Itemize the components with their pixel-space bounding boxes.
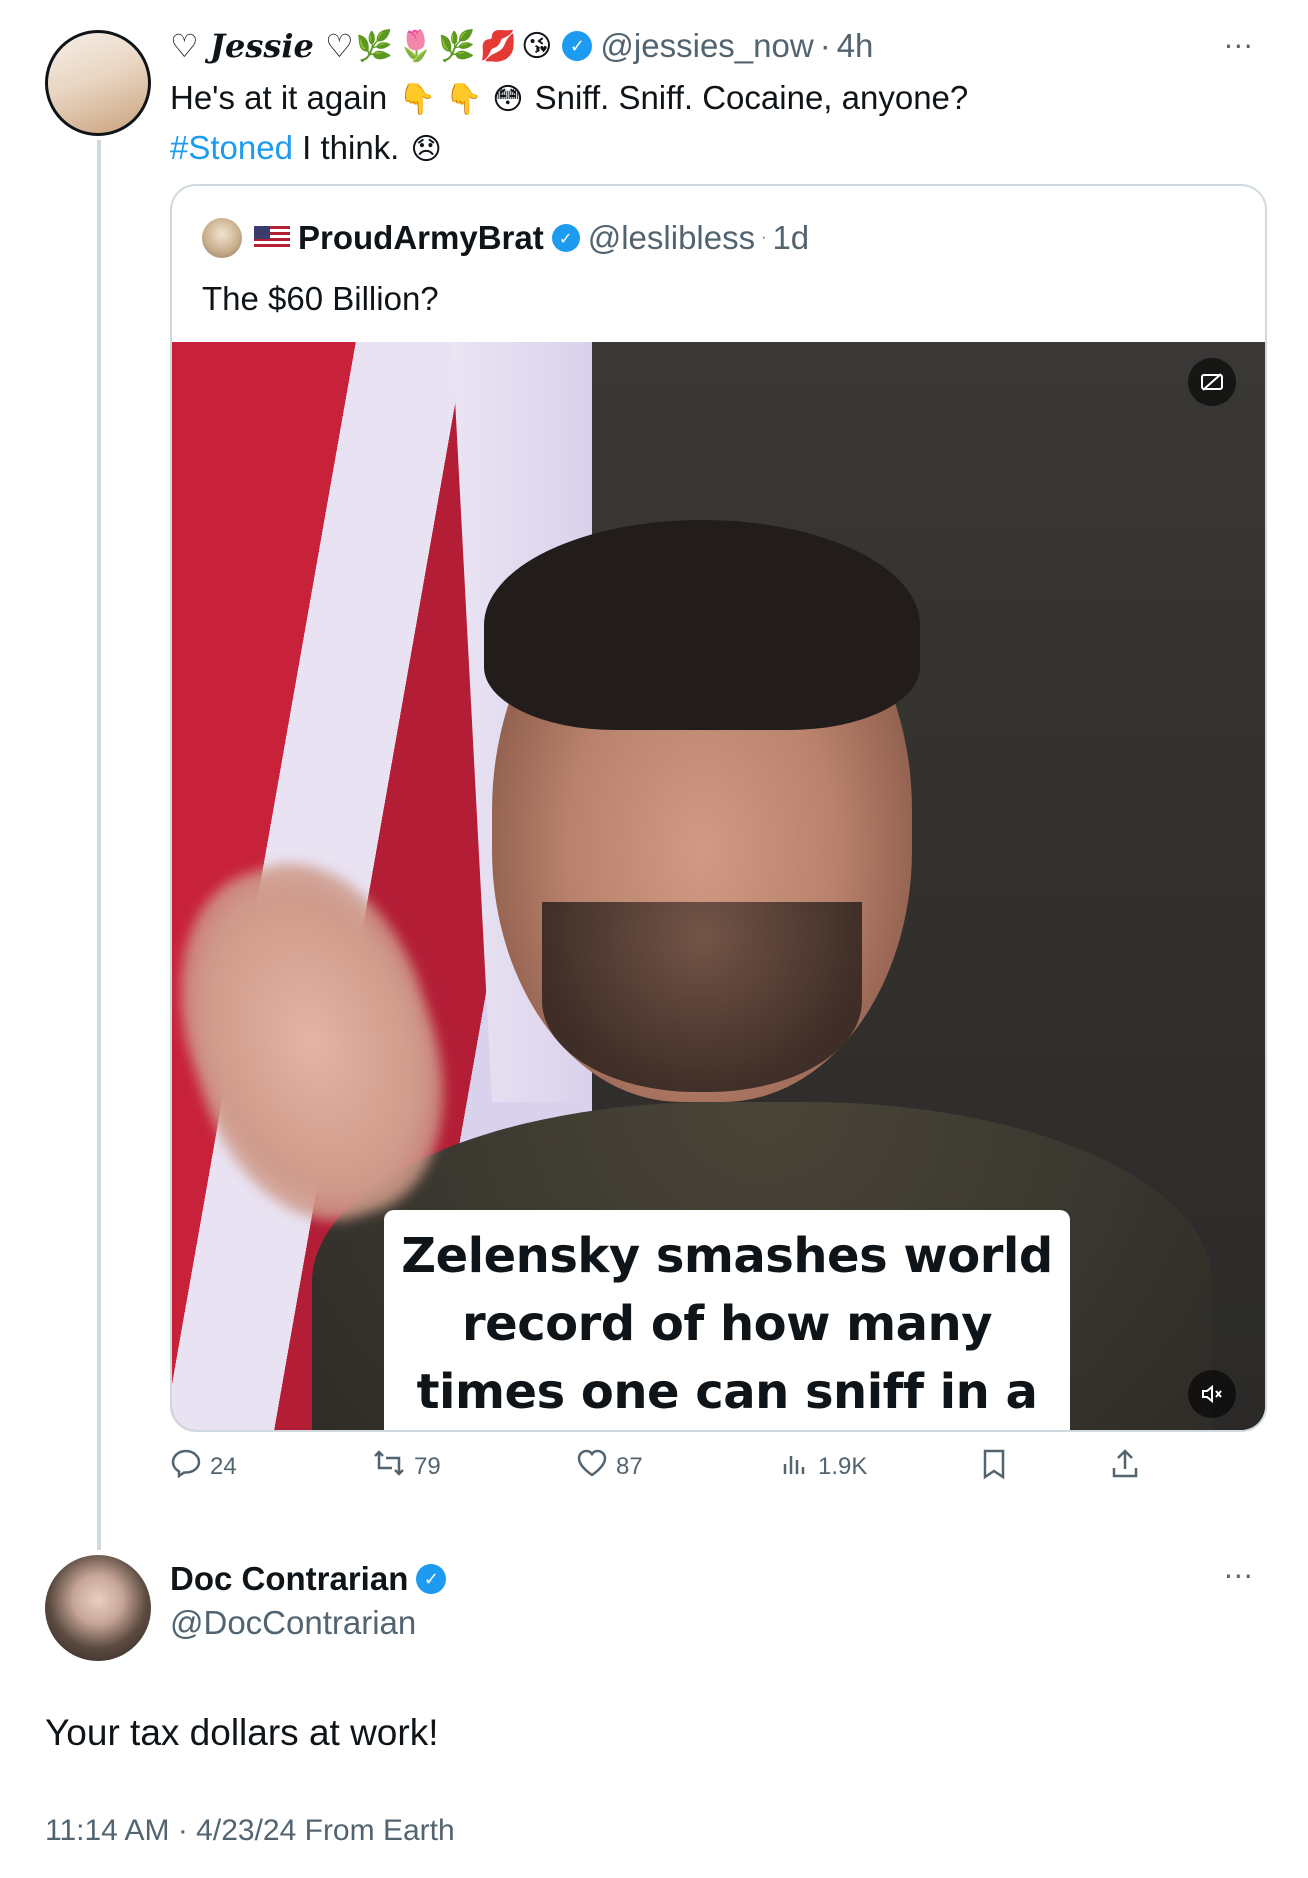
main-handle[interactable]: @jessies_now [600, 27, 813, 65]
reply-count: 24 [210, 1453, 237, 1480]
video-caption-text: Zelensky smashes world record of how man… [401, 1228, 1053, 1420]
main-time[interactable]: 4h [837, 27, 874, 65]
tweet-text-part: He's at it again [170, 79, 388, 116]
tweet-actions-bar: 24 79 87 1.9K [170, 1448, 1170, 1488]
tweet-emoji-end: 😞 [410, 132, 442, 167]
separator-dot: · [761, 229, 767, 246]
quoted-tweet-text: The $60 Billion? [202, 280, 439, 317]
captions-icon[interactable] [1188, 358, 1236, 406]
quoted-avatar [202, 218, 242, 258]
reply-button[interactable]: 24 [170, 1448, 237, 1486]
more-options-icon[interactable]: ··· [1224, 30, 1254, 63]
main-tweet-header: ♡ Jessie ♡ 🌿 🌷 🌿 💋 😘 ✓ @jessies_now · 4h [170, 22, 873, 70]
us-flag-icon [254, 226, 290, 250]
bookmark-icon [980, 1448, 1008, 1488]
video-person-hair [484, 520, 920, 730]
video-player[interactable]: Zelensky smashes world record of how man… [172, 342, 1265, 1430]
views-button[interactable]: 1.9K [780, 1448, 867, 1486]
tweet-timestamp[interactable]: 11:14 AM · 4/23/24 From Earth [45, 1814, 455, 1848]
name-emoji: 🌿 [438, 28, 476, 64]
main-display-name[interactable]: ♡ Jessie ♡ [170, 27, 354, 65]
share-button[interactable] [1110, 1448, 1148, 1488]
quoted-tweet-card[interactable]: ProudArmyBrat ✓ @leslibless · 1d The $60… [170, 184, 1267, 1432]
verified-badge-icon: ✓ [562, 31, 593, 61]
repost-icon [372, 1448, 406, 1486]
heart-icon [576, 1448, 608, 1486]
name-emoji: 🌿 [355, 28, 394, 64]
thread-connector-line [97, 140, 101, 1550]
name-emoji: 😘 [521, 28, 553, 64]
like-button[interactable]: 87 [576, 1448, 643, 1486]
verified-badge-icon: ✓ [551, 224, 580, 252]
doc-contrarian-avatar[interactable] [45, 1555, 151, 1661]
tweet-text-part: I think. [302, 129, 400, 166]
jessie-avatar[interactable] [45, 30, 151, 136]
mute-icon[interactable] [1188, 1370, 1236, 1418]
share-icon [1110, 1448, 1140, 1488]
reply-display-name[interactable]: Doc Contrarian [170, 1560, 408, 1598]
views-icon [780, 1448, 810, 1486]
quoted-handle: @leslibless [587, 219, 756, 256]
name-emoji: 💋 [479, 28, 518, 64]
quoted-tweet-header: ProudArmyBrat ✓ @leslibless · 1d [202, 218, 809, 258]
video-person-beard [542, 902, 862, 1092]
repost-count: 79 [414, 1453, 441, 1480]
bookmark-button[interactable] [980, 1448, 1016, 1488]
quoted-display-name: ProudArmyBrat [298, 219, 544, 256]
tweet-text-part: Sniff. Sniff. Cocaine, anyone? [534, 79, 969, 116]
reply-tweet-text: Your tax dollars at work! [45, 1712, 439, 1753]
like-count: 87 [616, 1453, 643, 1480]
main-tweet-text: He's at it again 👇 👇 😳 Sniff. Sniff. Coc… [170, 74, 1250, 174]
separator-dot: · [819, 27, 831, 64]
name-emoji: 🌷 [397, 28, 435, 64]
verified-badge-icon: ✓ [416, 1564, 447, 1594]
hashtag-link[interactable]: #Stoned [170, 129, 293, 166]
repost-button[interactable]: 79 [372, 1448, 441, 1486]
views-count: 1.9K [818, 1453, 868, 1480]
reply-tweet-header: Doc Contrarian ✓ [170, 1560, 454, 1598]
reply-handle[interactable]: @DocContrarian [170, 1604, 416, 1642]
tweet-emojis: 👇 👇 😳 [398, 82, 524, 117]
quoted-time: 1d [772, 219, 810, 256]
video-caption-box: Zelensky smashes world record of how man… [384, 1210, 1070, 1430]
more-options-icon[interactable]: ··· [1224, 1560, 1254, 1593]
reply-icon [170, 1448, 202, 1486]
